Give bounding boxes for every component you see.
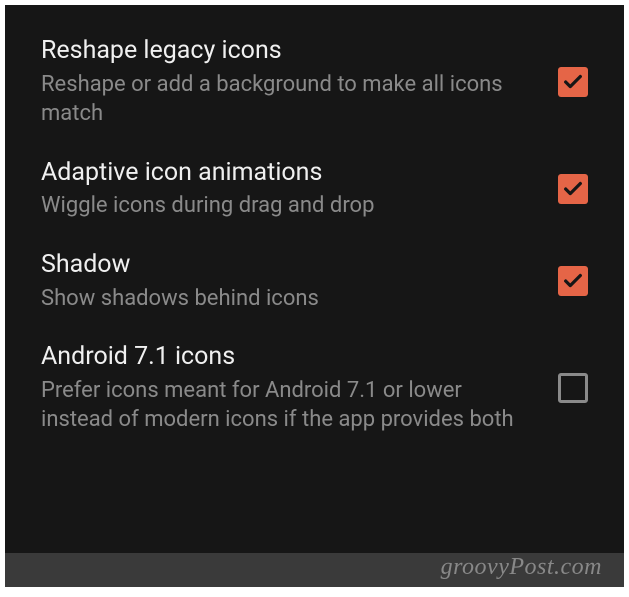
setting-description: Reshape or add a background to make all …	[41, 70, 534, 129]
check-icon	[562, 178, 584, 200]
setting-android-7-1-icons[interactable]: Android 7.1 icons Prefer icons meant for…	[5, 327, 624, 449]
setting-text: Android 7.1 icons Prefer icons meant for…	[41, 341, 558, 435]
setting-description: Wiggle icons during drag and drop	[41, 191, 534, 221]
settings-panel: Reshape legacy icons Reshape or add a ba…	[5, 5, 624, 587]
setting-reshape-legacy-icons[interactable]: Reshape legacy icons Reshape or add a ba…	[5, 21, 624, 143]
setting-text: Shadow Show shadows behind icons	[41, 249, 558, 313]
setting-text: Reshape legacy icons Reshape or add a ba…	[41, 35, 558, 129]
checkbox-adaptive-icon-animations[interactable]	[558, 174, 588, 204]
setting-description: Prefer icons meant for Android 7.1 or lo…	[41, 376, 534, 435]
setting-title: Android 7.1 icons	[41, 341, 534, 374]
check-icon	[562, 71, 584, 93]
setting-description: Show shadows behind icons	[41, 284, 534, 314]
setting-text: Adaptive icon animations Wiggle icons du…	[41, 157, 558, 221]
setting-adaptive-icon-animations[interactable]: Adaptive icon animations Wiggle icons du…	[5, 143, 624, 235]
settings-list: Reshape legacy icons Reshape or add a ba…	[5, 5, 624, 465]
checkbox-shadow[interactable]	[558, 266, 588, 296]
watermark: groovyPost.com	[441, 554, 602, 581]
setting-title: Reshape legacy icons	[41, 35, 534, 68]
setting-title: Adaptive icon animations	[41, 157, 534, 190]
setting-title: Shadow	[41, 249, 534, 282]
checkbox-android-7-1-icons[interactable]	[558, 373, 588, 403]
setting-shadow[interactable]: Shadow Show shadows behind icons	[5, 235, 624, 327]
checkbox-reshape-legacy-icons[interactable]	[558, 67, 588, 97]
check-icon	[562, 270, 584, 292]
